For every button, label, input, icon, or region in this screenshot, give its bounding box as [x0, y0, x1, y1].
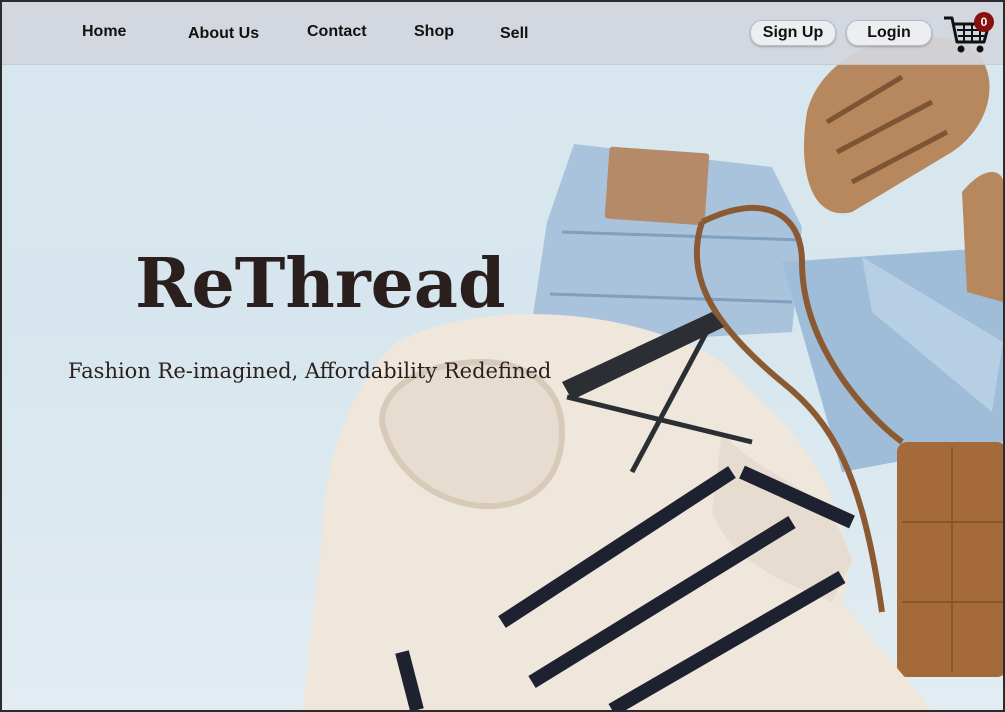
- page-frame: Home About Us Contact Shop Sell Sign Up …: [0, 0, 1005, 712]
- brand-title: ReThread: [135, 244, 506, 324]
- nav-sell-link[interactable]: Sell: [500, 25, 528, 43]
- sign-up-button[interactable]: Sign Up: [750, 20, 836, 46]
- nav-home-link[interactable]: Home: [82, 23, 126, 41]
- nav-contact-link[interactable]: Contact: [307, 23, 367, 41]
- login-button[interactable]: Login: [846, 20, 932, 46]
- top-navbar: Home About Us Contact Shop Sell Sign Up …: [2, 2, 1003, 65]
- hero-tagline: Fashion Re-imagined, Affordability Redef…: [68, 359, 552, 383]
- cart-button[interactable]: 0: [942, 10, 994, 56]
- cart-count-badge: 0: [974, 12, 994, 32]
- hero-clothing-image: [302, 35, 1003, 710]
- bag-illustration: [897, 442, 1003, 677]
- nav-about-us-link[interactable]: About Us: [188, 25, 259, 43]
- nav-shop-link[interactable]: Shop: [414, 23, 454, 41]
